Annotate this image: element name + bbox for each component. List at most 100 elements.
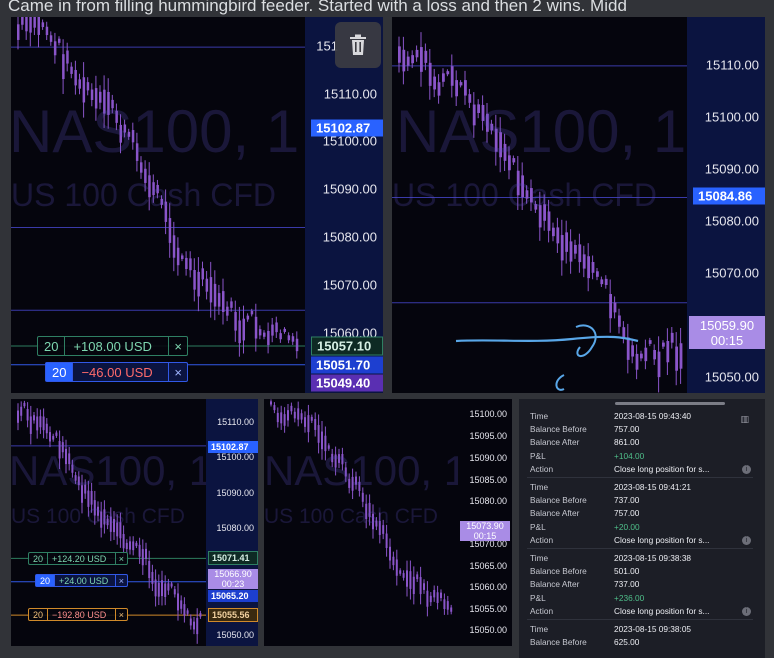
chart-panel-2[interactable]: NAS100, 1 US 100 Cash CFD 15110.00 15100… [392, 17, 765, 393]
candle-body [119, 124, 122, 143]
close-order-icon[interactable]: × [114, 609, 127, 620]
drag-handle[interactable] [615, 402, 725, 405]
candle-body [321, 431, 323, 450]
candle-body [433, 589, 436, 598]
candle-body [201, 268, 204, 280]
candle-body [267, 330, 270, 345]
candle-body [415, 49, 419, 58]
candle-body [209, 277, 213, 303]
axis-label: 15050.00 [469, 625, 507, 635]
close-order-icon[interactable]: × [114, 575, 127, 586]
order-line-stop-loss[interactable]: 20 −192.80 USD × [28, 608, 128, 621]
order-price-tag: 15055.56 [208, 608, 258, 622]
close-order-icon[interactable]: × [168, 363, 187, 381]
history-value: 737.00 [614, 579, 640, 590]
candle-body [503, 143, 507, 161]
history-key: Balance After [530, 437, 580, 448]
candle-body [556, 227, 560, 244]
candle-body [189, 258, 192, 271]
axis-label: 15090.00 [322, 181, 377, 197]
candle-body [226, 306, 229, 316]
candle-body [183, 604, 186, 616]
candle-body [49, 35, 53, 42]
chart-panel-4[interactable]: NAS100, 1 US 100 Cash CFD 15100.00 15095… [264, 399, 512, 646]
chart-panel-1[interactable]: NAS100, 1 US 100 Cash CFD 151 15110.00 1… [11, 17, 383, 393]
candle-body [604, 278, 608, 285]
candle-body [61, 442, 64, 453]
candle-body [521, 175, 524, 198]
history-key: Balance Before [530, 495, 587, 506]
message-caption: Came in from filling hummingbird feeder.… [8, 0, 627, 15]
candle-body [375, 520, 378, 527]
order-price-tag: 15065.20 [208, 590, 258, 602]
candle-body [81, 485, 83, 503]
candle-body [58, 440, 61, 459]
order-line-take-profit[interactable]: 20 +124.20 USD × [28, 552, 128, 565]
hand-drawn-arrow [455, 324, 639, 391]
trade-history-panel[interactable]: ▥ Time 2023-08-15 09:43:40 Balance Before 7… [519, 399, 765, 658]
info-icon[interactable]: i [742, 535, 751, 545]
candle-body [295, 338, 299, 352]
candle-body [93, 500, 96, 516]
order-pnl: +124.20 USD [52, 553, 107, 564]
history-key: P&L [530, 592, 546, 603]
candle-body [74, 475, 77, 481]
candle-body [167, 583, 170, 591]
candle-body [193, 621, 195, 630]
candle-body [116, 522, 119, 537]
axis-label: 15110.00 [217, 417, 254, 427]
candle-body [334, 454, 337, 468]
chart-panel-3[interactable]: NAS100, 1 US 100 Cash CFD 15110.00 15100… [11, 399, 258, 646]
candle-body [420, 47, 423, 72]
candle-body [41, 22, 45, 28]
order-pnl: +108.00 USD [73, 338, 152, 354]
bar-countdown: 00:23 [221, 579, 245, 589]
candle-body [516, 170, 520, 196]
axis-label: 15100.00 [216, 452, 254, 462]
candle-body [87, 490, 90, 507]
info-icon[interactable]: i [742, 606, 751, 616]
order-line-take-profit[interactable]: 20 +108.00 USD × [37, 336, 188, 356]
history-field-pnl: P&L +104.00 [530, 450, 751, 463]
history-field-before: Balance Before 501.00 [530, 565, 751, 578]
candle-body [199, 613, 202, 617]
candle-body [464, 80, 467, 96]
candle-body [361, 492, 364, 502]
order-line-position[interactable]: 20 +24.00 USD × [35, 574, 128, 587]
candle-body [534, 204, 538, 210]
candle-body [74, 69, 77, 86]
candle-body [160, 198, 163, 205]
candle-body [297, 408, 300, 420]
candle-body [52, 435, 55, 440]
candle-body [135, 143, 139, 161]
current-price-tag: 15066.90 00:23 [208, 569, 258, 589]
history-value: 861.00 [614, 437, 640, 448]
info-icon[interactable]: i [742, 464, 751, 474]
candle-body [238, 320, 241, 344]
history-value: 2023-08-15 09:38:38 [614, 553, 692, 563]
close-order-icon[interactable]: × [168, 337, 187, 355]
candle-body [657, 351, 661, 378]
history-key: Time [530, 411, 549, 421]
candle-body [250, 310, 254, 315]
history-field-before: Balance Before 757.00 [530, 423, 751, 436]
candle-body [304, 417, 306, 427]
candle-body [148, 175, 151, 198]
current-price-value: 15059.90 [699, 318, 755, 333]
candle-body [525, 190, 529, 199]
history-value: Close long position for s... [614, 605, 710, 616]
candle-body [355, 476, 357, 485]
candle-body [45, 26, 49, 36]
candle-body [446, 71, 450, 75]
candle-body [26, 409, 29, 421]
candle-body [115, 110, 118, 123]
history-key: Balance After [530, 508, 580, 519]
bar-countdown: 00:15 [710, 333, 744, 348]
axis-label: 15110.00 [705, 57, 759, 73]
delete-button[interactable] [335, 22, 381, 68]
close-order-icon[interactable]: × [114, 553, 127, 564]
order-line-position[interactable]: 20 −46.00 USD × [45, 362, 188, 382]
candle-body [217, 293, 221, 307]
candle-body [423, 583, 425, 590]
candle-body [242, 318, 245, 341]
